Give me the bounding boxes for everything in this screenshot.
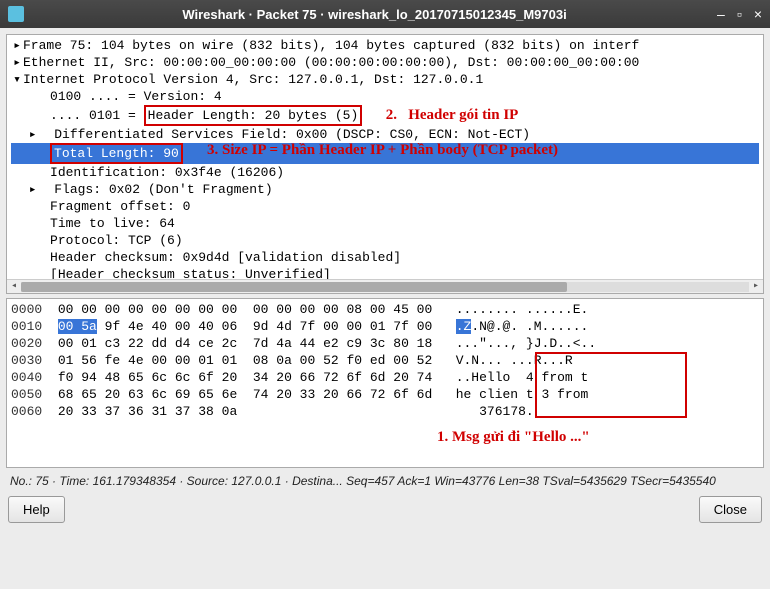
tree-ip-identification[interactable]: Identification: 0x3f4e (16206) xyxy=(11,164,759,181)
tree-ip-dsf[interactable]: ▸ Differentiated Services Field: 0x00 (D… xyxy=(11,126,759,143)
hex-selected-bytes: 00 5a xyxy=(58,319,97,334)
expand-icon[interactable]: ▸ xyxy=(27,126,39,143)
expand-icon[interactable]: ▸ xyxy=(11,54,23,71)
content-area: ▸Frame 75: 104 bytes on wire (832 bits),… xyxy=(0,28,770,589)
app-icon xyxy=(8,6,24,22)
help-button[interactable]: Help xyxy=(8,496,65,523)
window-titlebar: Wireshark · Packet 75 · wireshark_lo_201… xyxy=(0,0,770,28)
minimize-button[interactable]: – xyxy=(717,6,725,22)
hex-row[interactable]: 0030 01 56 fe 4e 00 00 01 01 08 0a 00 52… xyxy=(11,352,759,369)
tree-ip-header-length[interactable]: .... 0101 = Header Length: 20 bytes (5) … xyxy=(11,105,759,126)
hex-row[interactable]: 0050 68 65 20 63 6c 69 65 6e 74 20 33 20… xyxy=(11,386,759,403)
tree-ip-flags[interactable]: ▸ Flags: 0x02 (Don't Fragment) xyxy=(11,181,759,198)
tree-ethernet-row[interactable]: ▸Ethernet II, Src: 00:00:00_00:00:00 (00… xyxy=(11,54,759,71)
collapse-icon[interactable]: ▾ xyxy=(11,71,23,88)
tree-ip-version[interactable]: 0100 .... = Version: 4 xyxy=(11,88,759,105)
tree-ip-checksum[interactable]: Header checksum: 0x9d4d [validation disa… xyxy=(11,249,759,266)
close-button[interactable]: Close xyxy=(699,496,762,523)
dialog-button-bar: Help Close xyxy=(6,494,764,525)
scroll-right-icon[interactable]: ▸ xyxy=(749,278,763,294)
hex-row[interactable]: 0060 20 33 37 36 31 37 38 0a 376178. xyxy=(11,403,759,420)
tree-ip-proto[interactable]: Protocol: TCP (6) xyxy=(11,232,759,249)
hex-row[interactable]: 0010 00 5a 9f 4e 40 00 40 06 9d 4d 7f 00… xyxy=(11,318,759,335)
tree-frame-row[interactable]: ▸Frame 75: 104 bytes on wire (832 bits),… xyxy=(11,37,759,54)
window-title: Wireshark · Packet 75 · wireshark_lo_201… xyxy=(32,7,717,22)
status-bar: No.: 75 · Time: 161.179348354 · Source: … xyxy=(6,468,764,494)
expand-icon[interactable]: ▸ xyxy=(11,37,23,54)
expand-icon[interactable]: ▸ xyxy=(27,181,39,198)
detail-scrollbar[interactable]: ◂ ▸ xyxy=(7,279,763,293)
maximize-button[interactable]: ▫ xyxy=(737,6,742,22)
annotation-1: 1. Msg gửi đi "Hello ..." xyxy=(437,429,590,446)
tree-ip-ttl[interactable]: Time to live: 64 xyxy=(11,215,759,232)
hex-row[interactable]: 0040 f0 94 48 65 6c 6c 6f 20 34 20 66 72… xyxy=(11,369,759,386)
tree-ip-total-length[interactable]: Total Length: 90 xyxy=(11,143,759,164)
tree-ip-fragoffset[interactable]: Fragment offset: 0 xyxy=(11,198,759,215)
hex-row[interactable]: 0000 00 00 00 00 00 00 00 00 00 00 00 00… xyxy=(11,301,759,318)
tree-ip-row[interactable]: ▾Internet Protocol Version 4, Src: 127.0… xyxy=(11,71,759,88)
hex-row[interactable]: 0020 00 01 c3 22 dd d4 ce 2c 7d 4a 44 e2… xyxy=(11,335,759,352)
total-length-box: Total Length: 90 xyxy=(50,143,183,164)
packet-details-tree[interactable]: ▸Frame 75: 104 bytes on wire (832 bits),… xyxy=(6,34,764,294)
header-length-box: Header Length: 20 bytes (5) xyxy=(144,105,363,126)
annotation-2: 2. Header gói tin IP xyxy=(386,107,519,123)
packet-bytes-pane[interactable]: 0000 00 00 00 00 00 00 00 00 00 00 00 00… xyxy=(6,298,764,468)
scroll-left-icon[interactable]: ◂ xyxy=(7,278,21,294)
close-window-button[interactable]: × xyxy=(754,6,762,22)
